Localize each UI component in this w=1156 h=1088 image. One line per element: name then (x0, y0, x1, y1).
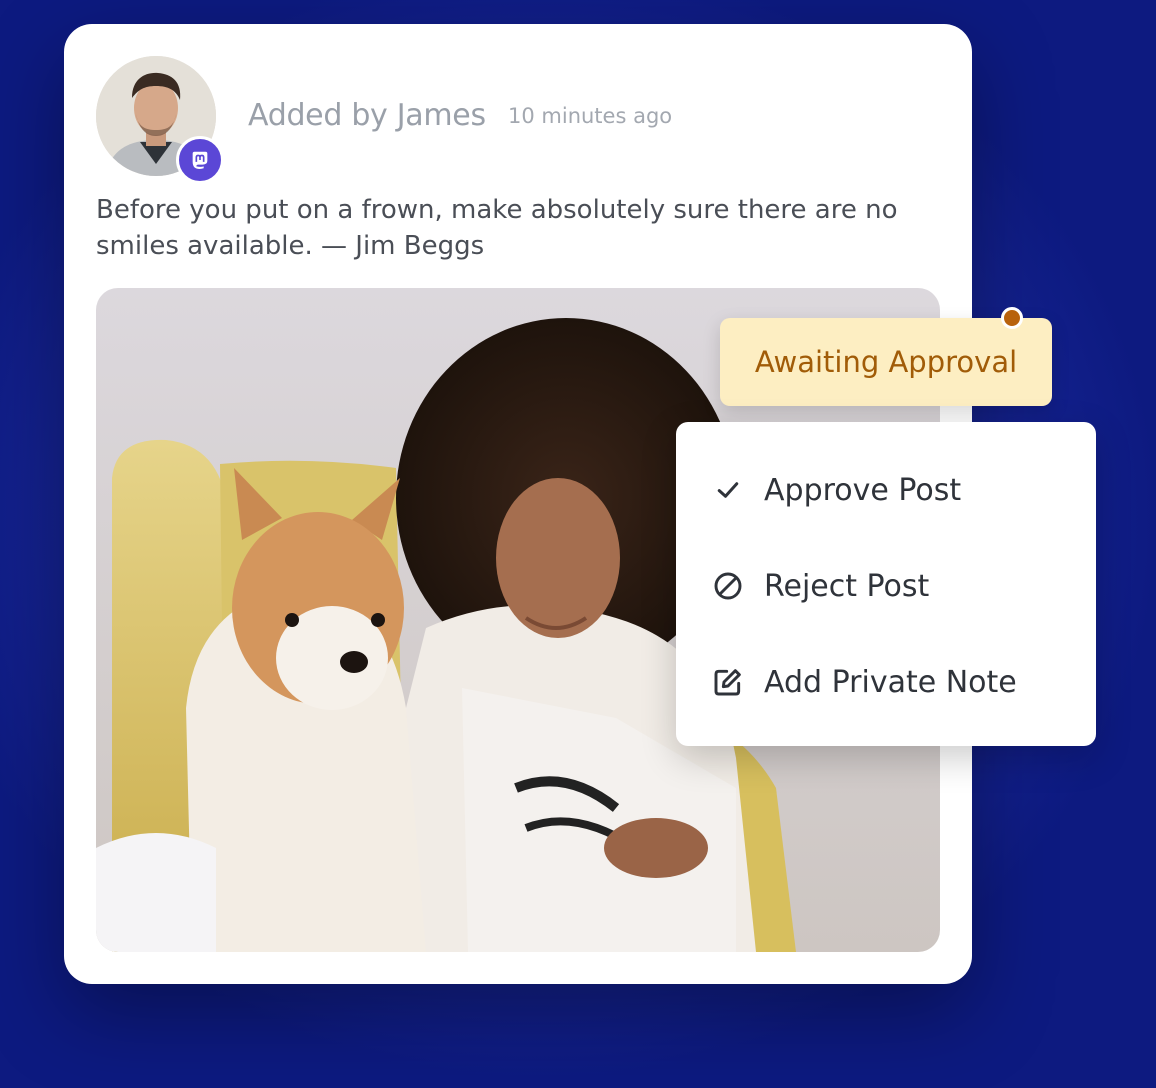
add-private-note-label: Add Private Note (764, 664, 1017, 700)
status-label: Awaiting Approval (754, 345, 1018, 379)
notification-dot (1001, 307, 1023, 329)
reject-post-label: Reject Post (764, 568, 930, 604)
block-icon (710, 568, 746, 604)
add-private-note-button[interactable]: Add Private Note (676, 642, 1096, 722)
post-timestamp: 10 minutes ago (508, 104, 673, 128)
mastodon-icon (176, 136, 224, 184)
post-author: Added by James (248, 98, 486, 133)
reject-post-button[interactable]: Reject Post (676, 546, 1096, 626)
status-badge[interactable]: Awaiting Approval (720, 318, 1052, 406)
edit-note-icon (710, 664, 746, 700)
approve-post-label: Approve Post (764, 472, 962, 508)
approval-menu: Approve Post Reject Post Add Private Not… (676, 422, 1096, 746)
post-text: Before you put on a frown, make absolute… (96, 195, 898, 261)
check-icon (710, 472, 746, 508)
approve-post-button[interactable]: Approve Post (676, 450, 1096, 530)
